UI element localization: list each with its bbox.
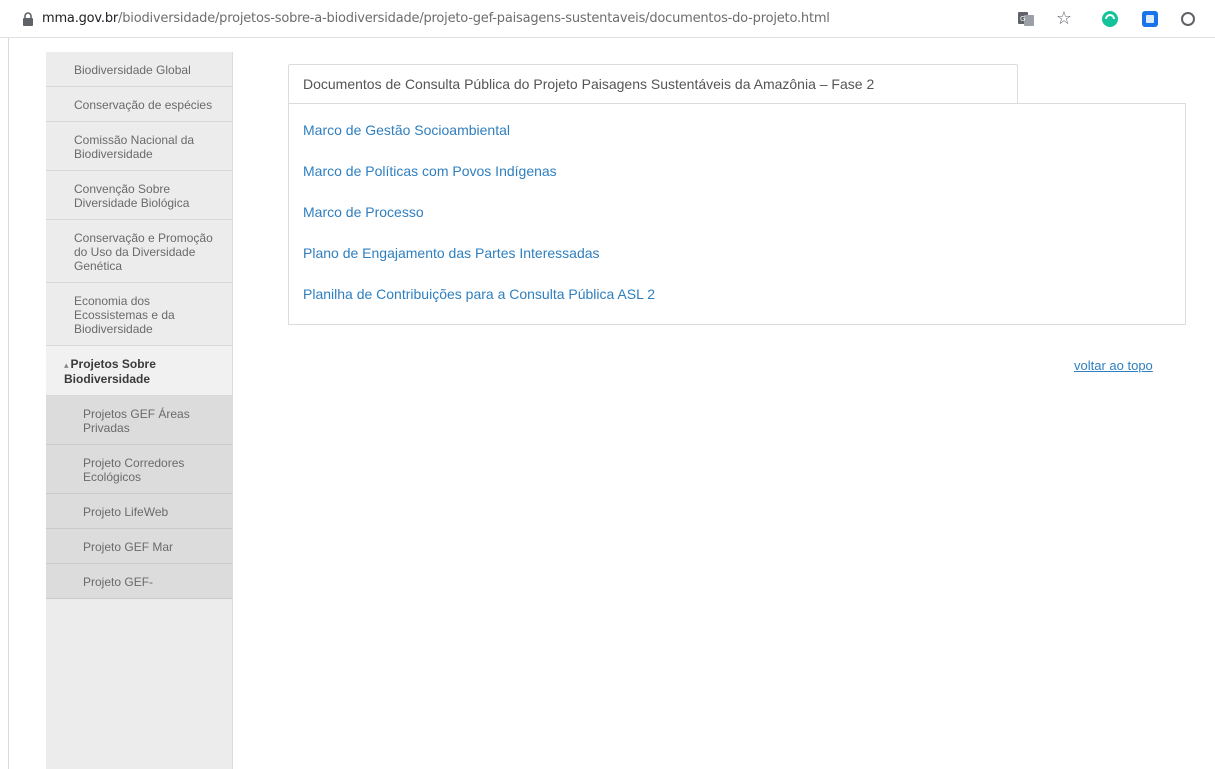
sidebar-item-label: Conservação e Promoção do Uso da Diversi…: [74, 231, 213, 273]
sidebar-subitem-corredores-ecologicos[interactable]: Projeto Corredores Ecológicos: [46, 445, 232, 494]
sidebar-item-label: Economia dos Ecossistemas e da Biodivers…: [74, 294, 175, 336]
sidebar-item-label: Projetos Sobre Biodiversidade: [64, 357, 156, 386]
address-bar[interactable]: mma.gov.br/biodiversidade/projetos-sobre…: [0, 0, 1215, 38]
lock-icon: [23, 12, 33, 26]
doc-link-politicas-povos-indigenas[interactable]: Marco de Políticas com Povos Indígenas: [289, 163, 1185, 204]
tab-title: Documentos de Consulta Pública do Projet…: [303, 76, 875, 92]
sidebar-item-economia-ecossistemas[interactable]: Economia dos Ecossistemas e da Biodivers…: [46, 283, 232, 346]
back-to-top-link[interactable]: voltar ao topo: [1074, 358, 1153, 373]
doc-link-gestao-socioambiental[interactable]: Marco de Gestão Socioambiental: [289, 122, 1185, 163]
green-extension-icon[interactable]: [1100, 9, 1120, 29]
sidebar-item-label: Comissão Nacional da Biodiversidade: [74, 133, 195, 161]
sidebar-item-comissao-nacional[interactable]: Comissão Nacional da Biodiversidade: [46, 122, 232, 171]
doc-link-marco-processo[interactable]: Marco de Processo: [289, 204, 1185, 245]
sidebar-subitem-label: Projeto Corredores Ecológicos: [83, 456, 185, 484]
sidebar-item-projetos-biodiversidade[interactable]: ▴ Projetos Sobre Biodiversidade: [46, 346, 232, 396]
doc-link-plano-engajamento[interactable]: Plano de Engajamento das Partes Interess…: [289, 245, 1185, 286]
sidebar-subitem-gef-areas-privadas[interactable]: Projetos GEF Áreas Privadas: [46, 396, 232, 445]
sidebar-item-conservacao-especies[interactable]: Conservação de espécies: [46, 87, 232, 122]
sidebar-subitem-gef-mar[interactable]: Projeto GEF Mar: [46, 529, 232, 564]
sidebar-item-label: Conservação de espécies: [74, 98, 213, 112]
sidebar-item-conservacao-genetica[interactable]: Conservação e Promoção do Uso da Diversi…: [46, 220, 232, 283]
documents-panel: Marco de Gestão Socioambiental Marco de …: [288, 103, 1186, 325]
url-path: /biodiversidade/projetos-sobre-a-biodive…: [118, 11, 830, 26]
svg-text:G: G: [1020, 15, 1025, 23]
caret-up-icon: ▴: [64, 360, 69, 370]
sidebar-subitem-lifeweb[interactable]: Projeto LifeWeb: [46, 494, 232, 529]
tab-documentos-consulta[interactable]: Documentos de Consulta Pública do Projet…: [288, 64, 1018, 104]
translate-icon[interactable]: G: [1016, 9, 1036, 29]
url-text[interactable]: mma.gov.br/biodiversidade/projetos-sobre…: [42, 0, 992, 38]
sidebar-nav: Biodiversidade Global Conservação de esp…: [46, 52, 233, 769]
doc-link-planilha-contribuicoes[interactable]: Planilha de Contribuições para a Consult…: [289, 286, 1185, 327]
star-icon[interactable]: ☆: [1054, 9, 1074, 29]
sidebar-subitem-gef[interactable]: Projeto GEF-: [46, 564, 232, 599]
url-host: mma.gov.br: [42, 11, 119, 26]
sidebar-item-biodiversidade-global[interactable]: Biodiversidade Global: [46, 52, 232, 87]
sidebar-subitem-label: Projeto LifeWeb: [83, 505, 169, 519]
sidebar-subitem-label: Projeto GEF Mar: [83, 540, 174, 554]
sidebar-item-label: Biodiversidade Global: [74, 63, 191, 77]
circle-extension-icon[interactable]: [1178, 9, 1198, 29]
sidebar-subitem-label: Projetos GEF Áreas Privadas: [83, 407, 190, 435]
sidebar-item-convencao-diversidade[interactable]: Convenção Sobre Diversidade Biológica: [46, 171, 232, 220]
sidebar-subitem-label: Projeto GEF-: [83, 575, 154, 589]
sidebar-item-label: Convenção Sobre Diversidade Biológica: [74, 182, 190, 210]
blue-extension-icon[interactable]: [1140, 9, 1160, 29]
page-edge-divider: [8, 38, 9, 769]
